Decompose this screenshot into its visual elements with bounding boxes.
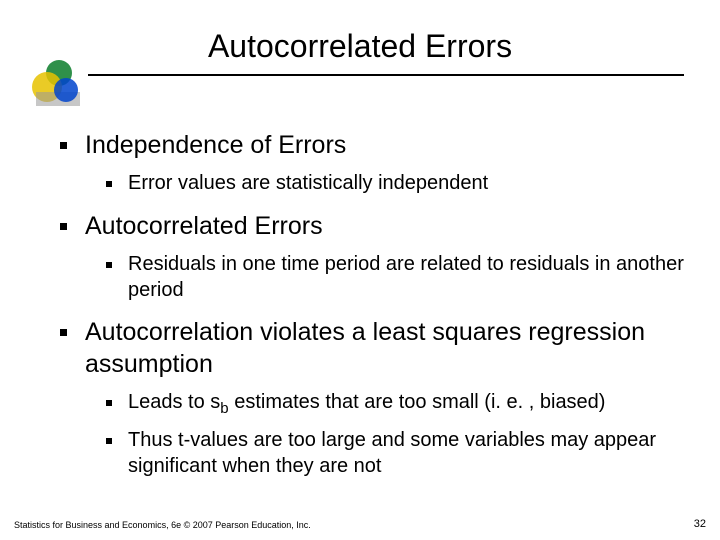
logo-graphic xyxy=(28,58,88,118)
slide-number: 32 xyxy=(694,518,706,530)
sub-bullet-text: Thus t-values are too large and some var… xyxy=(128,428,684,479)
slide-title: Autocorrelated Errors xyxy=(0,28,720,65)
bullet-icon xyxy=(60,223,67,230)
bullet-icon xyxy=(60,142,67,149)
sub-bullet-text: Error values are statistically independe… xyxy=(128,171,488,197)
sub-bullet-text: Leads to sb estimates that are too small… xyxy=(128,390,605,418)
bullet-text: Autocorrelation violates a least squares… xyxy=(85,317,684,380)
slide-body: Independence of Errors Error values are … xyxy=(60,130,684,493)
sub-bullet-text: Residuals in one time period are related… xyxy=(128,252,684,303)
bullet-icon xyxy=(106,262,112,268)
title-underline xyxy=(88,74,684,76)
bullet-icon xyxy=(106,181,112,187)
bullet-text: Autocorrelated Errors xyxy=(85,211,323,242)
footer-copyright: Statistics for Business and Economics, 6… xyxy=(14,520,311,530)
bullet-icon xyxy=(106,438,112,444)
bullet-icon xyxy=(106,400,112,406)
bullet-text: Independence of Errors xyxy=(85,130,346,161)
bullet-icon xyxy=(60,329,67,336)
